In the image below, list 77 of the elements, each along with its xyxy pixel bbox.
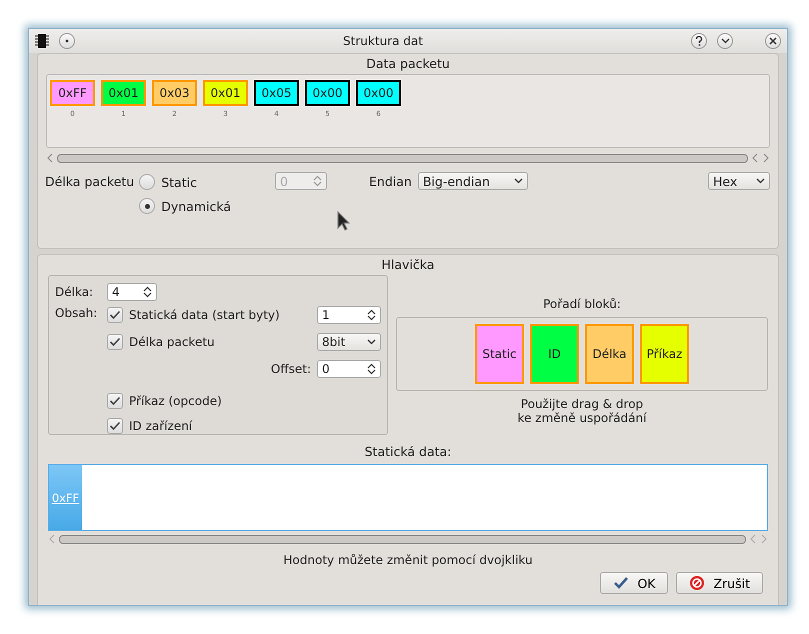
checkbox-label[interactable]: Příkaz (opcode) (129, 394, 381, 408)
cancel-button[interactable]: Zrušit (676, 572, 763, 594)
spin-arrows-icon[interactable] (143, 286, 152, 298)
cancel-icon (689, 575, 706, 591)
group-title: Hlavička (380, 256, 436, 274)
format-dropdown[interactable]: Hex (708, 172, 770, 190)
byte-cell[interactable]: 0x01 (203, 80, 248, 106)
checkbox[interactable] (107, 334, 123, 350)
scrollbar[interactable] (59, 534, 746, 544)
byte-cell[interactable]: 0x05 (254, 80, 299, 106)
block-tile[interactable]: Static (475, 324, 524, 384)
scroll-left-icon[interactable] (46, 153, 54, 163)
scrollbar[interactable] (57, 154, 748, 162)
checkbox[interactable] (107, 418, 123, 434)
caret-icon (756, 178, 765, 184)
spinbox-value: 4 (112, 285, 120, 299)
spinbox-value: 0 (280, 174, 288, 188)
length-label: Délka: (55, 285, 94, 299)
window-title: Struktura dat (342, 34, 424, 48)
block-tile[interactable]: Délka (585, 324, 634, 384)
ok-button[interactable]: OK (600, 572, 668, 594)
checkbox-label[interactable]: Statická data (start byty) (129, 308, 311, 322)
scroll-right-icon[interactable] (762, 153, 770, 163)
endian-dropdown[interactable]: Big-endian (418, 172, 528, 190)
count-spinbox[interactable]: 1 (317, 306, 381, 324)
spin-arrows-icon[interactable] (367, 309, 376, 321)
checkbox[interactable] (107, 307, 123, 323)
caret-icon (514, 178, 523, 184)
close-button[interactable] (765, 33, 781, 49)
order-title: Pořadí bloků: (543, 297, 621, 311)
check-icon (109, 396, 121, 406)
content-label: Obsah: (55, 306, 98, 322)
close-icon (769, 37, 777, 45)
hint-text: ke změně uspořádání (518, 411, 646, 425)
checkbox[interactable] (107, 393, 123, 409)
length-label: Délka packetu (45, 174, 134, 189)
check-icon (109, 310, 121, 320)
block-tile[interactable]: ID (530, 324, 579, 384)
caret-icon (367, 339, 376, 345)
help-button[interactable] (691, 33, 707, 49)
offset-label: Offset: (270, 362, 311, 376)
pin-button[interactable] (59, 33, 75, 49)
check-icon (109, 337, 121, 347)
checkbox-label[interactable]: Délka packetu (129, 335, 311, 349)
byte-cell[interactable]: 0xFF (50, 80, 95, 106)
hint-text: Použijte drag & drop (520, 397, 644, 411)
offset-spinbox[interactable]: 0 (317, 360, 381, 378)
minimize-button[interactable] (717, 33, 733, 49)
spinbox-value: 0 (322, 362, 330, 376)
dropdown-value: 8bit (322, 335, 346, 349)
group-title: Data packetu (365, 55, 451, 73)
radio-label[interactable]: Static (161, 174, 197, 190)
byte-cell[interactable]: 0x03 (152, 80, 197, 106)
dropdown-value: Hex (713, 174, 738, 188)
radio-button[interactable] (139, 174, 156, 190)
spin-arrows-icon[interactable] (367, 363, 376, 375)
block-tile[interactable]: Příkaz (640, 324, 689, 384)
scroll-left-icon[interactable] (751, 153, 759, 163)
size-dropdown[interactable]: 8bit (317, 333, 381, 351)
radio-button[interactable] (139, 198, 156, 214)
byte-cell[interactable]: 0x01 (101, 80, 146, 106)
checkbox-label[interactable]: ID zařízení (129, 419, 381, 433)
byte-cell[interactable]: 0x00 (356, 80, 401, 106)
radio-label[interactable]: Dynamická (161, 198, 232, 214)
help-icon (695, 36, 703, 46)
check-icon (109, 421, 121, 431)
hint-text: Hodnoty můžete změnit pomocí dvojkliku (282, 553, 534, 567)
endian-label: Endian (369, 174, 412, 189)
caret-icon (720, 38, 730, 44)
static-data-title: Statická data: (364, 444, 452, 459)
cursor-icon (337, 211, 351, 231)
length-spinbox[interactable]: 4 (107, 283, 157, 301)
byte-cell[interactable]: 0x00 (305, 80, 350, 106)
dropdown-value: Big-endian (422, 174, 490, 188)
chip-icon (35, 33, 49, 49)
check-icon (613, 576, 630, 590)
spinbox-value: 1 (322, 308, 330, 322)
